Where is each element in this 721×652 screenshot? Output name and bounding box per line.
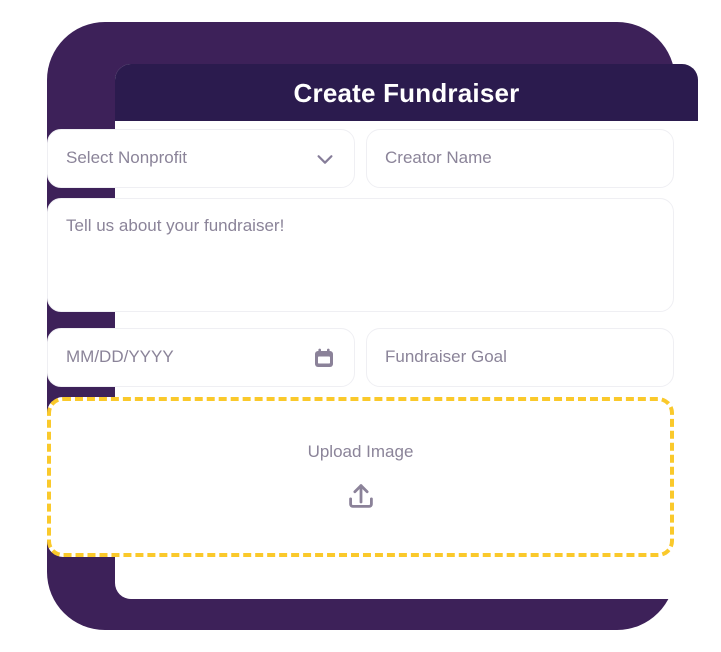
creator-name-input[interactable]: Creator Name — [366, 129, 674, 188]
upload-image-label: Upload Image — [307, 442, 414, 461]
creator-name-placeholder: Creator Name — [385, 148, 492, 168]
page-title: Create Fundraiser — [293, 77, 520, 108]
date-input[interactable]: MM/DD/YYYY — [47, 328, 355, 387]
modal-header: Create Fundraiser — [115, 64, 698, 121]
fundraiser-goal-input[interactable]: Fundraiser Goal — [366, 328, 674, 387]
nonprofit-select[interactable]: Select Nonprofit — [47, 129, 355, 188]
nonprofit-select-placeholder: Select Nonprofit — [66, 148, 187, 168]
chevron-down-icon[interactable] — [314, 148, 336, 170]
upload-icon[interactable] — [345, 480, 377, 512]
fundraiser-goal-placeholder: Fundraiser Goal — [385, 347, 507, 367]
calendar-icon[interactable] — [312, 346, 336, 370]
date-placeholder: MM/DD/YYYY — [66, 347, 174, 367]
description-placeholder: Tell us about your fundraiser! — [66, 216, 285, 235]
upload-image-dropzone[interactable]: Upload Image — [47, 397, 674, 557]
description-textarea[interactable]: Tell us about your fundraiser! — [47, 198, 674, 312]
